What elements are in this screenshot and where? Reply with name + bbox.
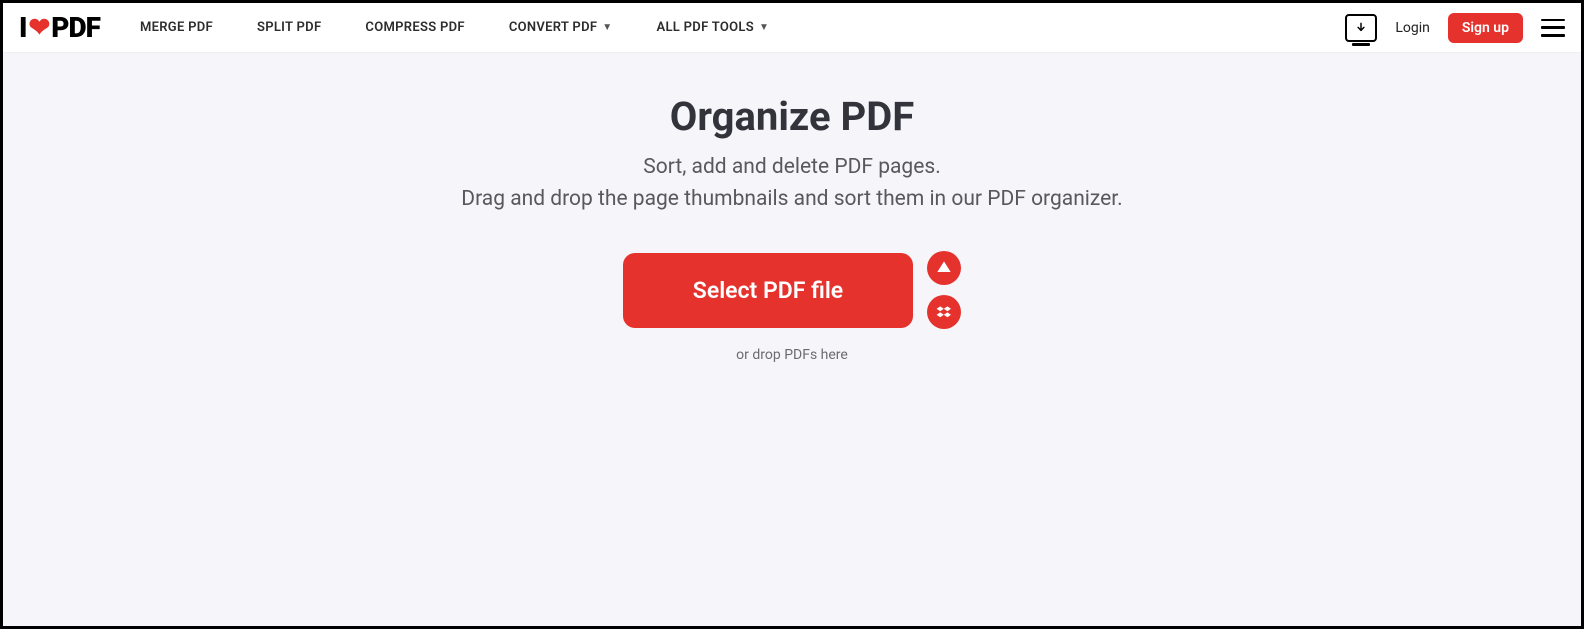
logo[interactable]: I ❤ PDF	[19, 11, 100, 44]
subtitle-line1: Sort, add and delete PDF pages.	[461, 152, 1122, 184]
nav-split-label: SPLIT PDF	[257, 20, 321, 35]
page-title: Organize PDF	[670, 93, 914, 140]
nav-convert[interactable]: CONVERT PDF ▼	[509, 20, 613, 35]
nav-all-tools-label: ALL PDF TOOLS	[657, 20, 754, 35]
nav-compress-label: COMPRESS PDF	[365, 20, 464, 35]
upload-row: Select PDF file	[623, 251, 961, 329]
download-desktop-icon[interactable]	[1345, 14, 1377, 42]
nav-merge[interactable]: MERGE PDF	[140, 20, 213, 35]
heart-icon: ❤	[28, 13, 49, 43]
nav-split[interactable]: SPLIT PDF	[257, 20, 321, 35]
google-drive-button[interactable]	[927, 251, 961, 285]
main-content: Organize PDF Sort, add and delete PDF pa…	[3, 53, 1581, 626]
chevron-down-icon: ▼	[759, 22, 769, 33]
nav-compress[interactable]: COMPRESS PDF	[365, 20, 464, 35]
hamburger-menu-icon[interactable]	[1541, 19, 1565, 37]
subtitle-line2: Drag and drop the page thumbnails and so…	[461, 184, 1122, 216]
logo-post: PDF	[51, 11, 100, 44]
nav-all-tools[interactable]: ALL PDF TOOLS ▼	[657, 20, 770, 35]
dropbox-button[interactable]	[927, 295, 961, 329]
header-actions: Login Sign up	[1345, 13, 1565, 43]
login-link[interactable]: Login	[1395, 20, 1430, 36]
header: I ❤ PDF MERGE PDF SPLIT PDF COMPRESS PDF…	[3, 3, 1581, 53]
cloud-sources	[927, 251, 961, 329]
drop-hint: or drop PDFs here	[736, 347, 848, 363]
nav: MERGE PDF SPLIT PDF COMPRESS PDF CONVERT…	[140, 20, 769, 35]
chevron-down-icon: ▼	[602, 22, 612, 33]
nav-convert-label: CONVERT PDF	[509, 20, 597, 35]
page-subtitle: Sort, add and delete PDF pages. Drag and…	[461, 152, 1122, 215]
logo-pre: I	[19, 11, 26, 44]
select-pdf-button[interactable]: Select PDF file	[623, 253, 913, 328]
nav-merge-label: MERGE PDF	[140, 20, 213, 35]
signup-button[interactable]: Sign up	[1448, 13, 1523, 43]
